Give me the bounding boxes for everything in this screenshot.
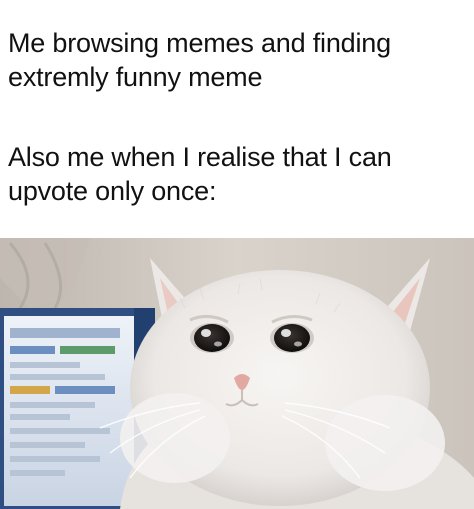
meme-caption-top: Me browsing memes and finding extremly f… xyxy=(8,26,468,94)
caption-top-line-1: Me browsing memes and finding xyxy=(8,28,391,58)
cat-eye-left xyxy=(194,324,230,352)
meme-caption-bottom: Also me when I realise that I can upvote… xyxy=(8,140,468,208)
monitor-screen xyxy=(4,316,134,506)
caption-top-line-2: extremly funny meme xyxy=(8,62,263,92)
crying-cat-illustration xyxy=(0,238,474,509)
caption-bottom-line-1: Also me when I realise that I can xyxy=(8,142,392,172)
cat-eye-right xyxy=(274,324,310,352)
crying-cat-image xyxy=(0,238,474,509)
caption-bottom-line-2: upvote only once: xyxy=(8,176,217,206)
meme-card: Me browsing memes and finding extremly f… xyxy=(0,0,474,509)
